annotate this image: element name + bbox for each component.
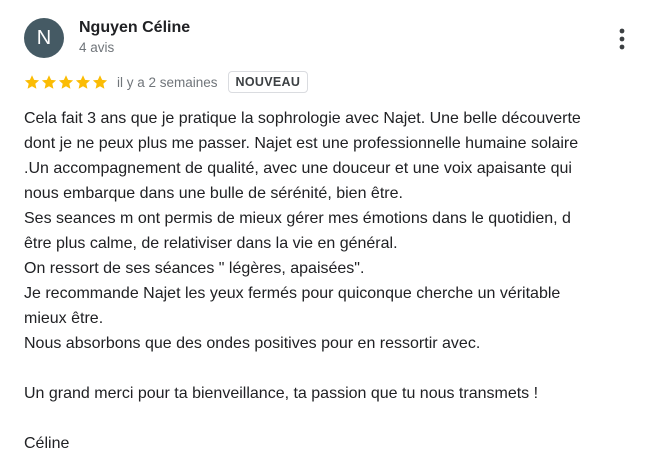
review-text-line: On ressort de ses séances " légères, apa… xyxy=(24,260,365,277)
author-name[interactable]: Nguyen Céline xyxy=(79,19,190,37)
star-icon xyxy=(41,74,57,90)
review-text-line: .Un accompagnement de qualité, avec une … xyxy=(24,160,572,177)
review-date: il y a 2 semaines xyxy=(117,74,218,90)
review-text-line: Je recommande Najet les yeux fermés pour… xyxy=(24,285,561,302)
star-rating xyxy=(24,74,108,90)
review-text-line: dont je ne peux plus me passer. Najet es… xyxy=(24,135,579,152)
review-text-line: mieux être. xyxy=(24,310,104,327)
star-icon xyxy=(58,74,74,90)
review-text-line: Un grand merci pour ta bienveillance, ta… xyxy=(24,385,539,402)
review-text-line xyxy=(24,356,636,381)
star-icon xyxy=(24,74,40,90)
author-review-count: 4 avis xyxy=(79,40,115,55)
new-badge: NOUVEAU xyxy=(227,71,309,93)
star-icon xyxy=(75,74,91,90)
review-card: N Nguyen Céline 4 avis il y a 2 semaines… xyxy=(0,0,651,458)
review-text-line: Nous absorbons que des ondes positives p… xyxy=(24,335,481,352)
review-text-line: Cela fait 3 ans que je pratique la sophr… xyxy=(24,110,581,127)
review-text: Cela fait 3 ans que je pratique la sophr… xyxy=(24,106,636,456)
more-vert-icon xyxy=(619,28,625,50)
avatar-initial: N xyxy=(36,27,52,49)
star-icon xyxy=(92,74,108,90)
review-text-line: être plus calme, de relativiser dans la … xyxy=(24,235,398,252)
review-text-line: Ses seances m ont permis de mieux gérer … xyxy=(24,210,571,227)
review-text-line: nous embarque dans une bulle de sérénité… xyxy=(24,185,403,202)
avatar[interactable]: N xyxy=(24,18,64,58)
review-text-line: Céline xyxy=(24,435,70,452)
review-text-line xyxy=(24,406,636,431)
rating-row: il y a 2 semaines NOUVEAU xyxy=(24,70,309,94)
more-options-button[interactable] xyxy=(610,26,634,52)
